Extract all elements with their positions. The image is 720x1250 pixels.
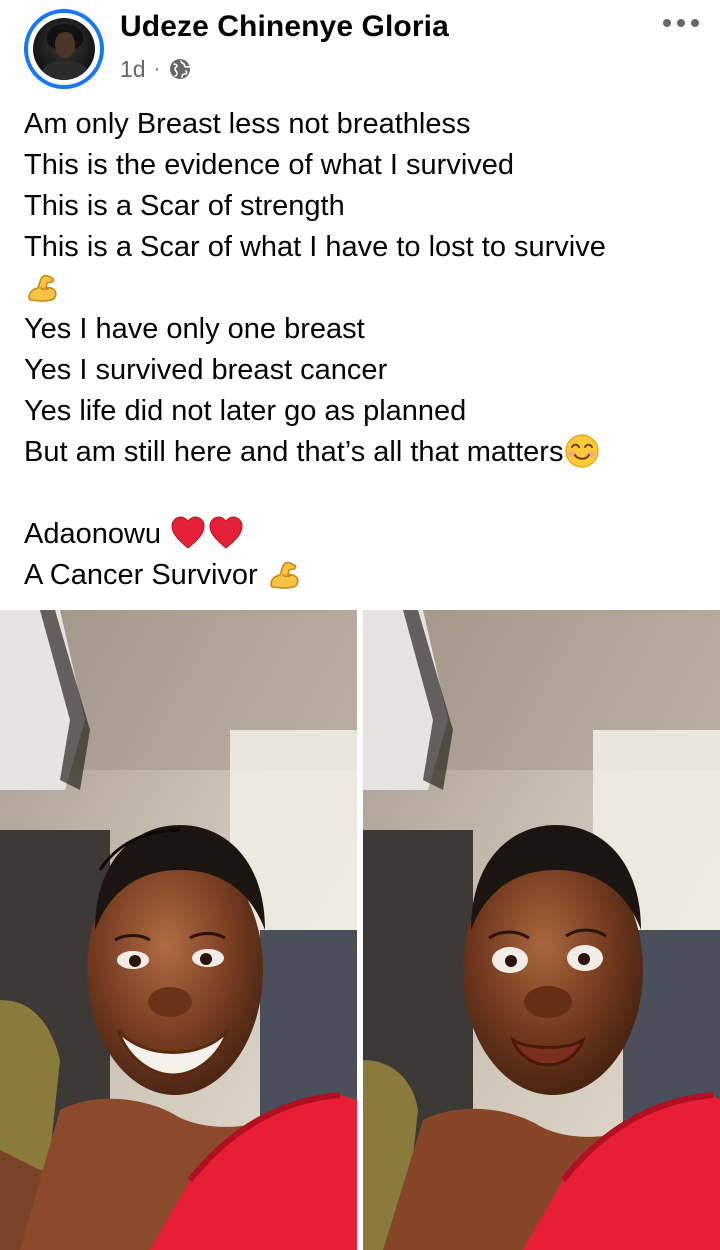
smiling-face-emoji <box>563 432 601 470</box>
post-line: This is a Scar of strength <box>24 190 345 222</box>
globe-icon[interactable] <box>168 57 192 81</box>
post-line-text: Adaonowu <box>24 518 170 550</box>
post-line <box>24 268 704 309</box>
post-header: Udeze Chinenye Gloria 1d · <box>0 0 720 100</box>
post-photo-1[interactable] <box>0 610 357 1250</box>
avatar-image <box>33 18 95 80</box>
post-line-text: A Cancer Survivor <box>24 559 266 591</box>
post-blank-line <box>24 473 704 514</box>
post-line: Am only Breast less not breathless <box>24 108 471 140</box>
meta-separator: · <box>153 57 161 80</box>
post-line: Yes I have only one breast <box>24 313 365 345</box>
red-heart-emoji <box>207 514 245 552</box>
post-line-text: But am still here and that’s all that ma… <box>24 436 564 468</box>
flexed-biceps-emoji <box>266 555 304 593</box>
more-options-icon[interactable] <box>656 8 706 38</box>
post-line-with-emoji: Adaonowu <box>24 514 704 555</box>
post-photo-2[interactable] <box>363 610 720 1250</box>
post-line-with-emoji: But am still here and that’s all that ma… <box>24 432 704 473</box>
post-body: Am only Breast less not breathless This … <box>24 104 704 596</box>
author-name[interactable]: Udeze Chinenye Gloria <box>120 10 449 44</box>
post-meta: 1d · <box>120 54 192 84</box>
post-line-with-emoji: A Cancer Survivor <box>24 555 704 596</box>
post-line: This is the evidence of what I survived <box>24 149 515 181</box>
post-line: Yes I survived breast cancer <box>24 354 388 386</box>
flexed-biceps-emoji <box>24 268 62 306</box>
post-timestamp[interactable]: 1d <box>120 56 146 83</box>
post-line: This is a Scar of what I have to lost to… <box>24 231 606 263</box>
profile-avatar[interactable] <box>24 9 104 89</box>
red-heart-emoji <box>169 514 207 552</box>
post-line: Yes life did not later go as planned <box>24 395 467 427</box>
photo-grid <box>0 610 720 1250</box>
